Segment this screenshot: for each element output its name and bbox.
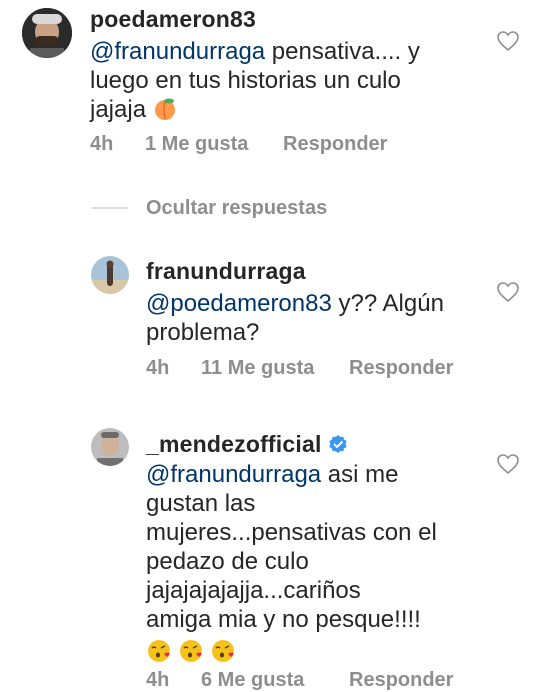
peach-emoji [153, 97, 177, 128]
kissing-face-heart-icon [146, 638, 172, 671]
mention-link[interactable]: @poedameron83 [146, 290, 332, 317]
username[interactable]: franundurraga [146, 258, 306, 285]
timestamp: 4h [90, 133, 114, 155]
reply-button[interactable]: Responder [349, 357, 453, 380]
like-heart-icon[interactable] [496, 30, 520, 52]
verified-badge-icon [328, 435, 347, 453]
likes-count[interactable]: 1 Me gusta [145, 133, 283, 156]
comment-meta: 4h 11 Me gusta Responder [146, 357, 453, 380]
kissing-face-heart-icon [178, 638, 204, 671]
reply-button[interactable]: Responder [283, 133, 387, 156]
comment-meta: 4h 1 Me gusta Responder [90, 133, 387, 156]
divider [92, 207, 128, 209]
avatar[interactable] [91, 256, 129, 294]
comment-text: @poedameron83 y?? Algún problema? [146, 290, 444, 346]
likes-count[interactable]: 11 Me gusta [201, 357, 349, 380]
timestamp: 4h [146, 669, 170, 691]
avatar[interactable] [22, 8, 72, 58]
mention-link[interactable]: @franundurraga [146, 461, 321, 488]
comment-text: @franundurraga pensativa.... y luego en … [90, 37, 470, 128]
reply-button[interactable]: Responder [349, 669, 453, 692]
comment-meta: 4h 6 Me gusta Responder [146, 669, 453, 692]
likes-count[interactable]: 6 Me gusta [201, 669, 349, 692]
hide-replies-button[interactable]: Ocultar respuestas [146, 197, 327, 220]
avatar[interactable] [91, 428, 129, 466]
like-heart-icon[interactable] [496, 281, 520, 303]
timestamp: 4h [146, 357, 170, 379]
username[interactable]: poedameron83 [90, 6, 256, 33]
comment-text: @franundurraga asi me gustan las mujeres… [146, 460, 466, 671]
username[interactable]: _mendezofficial [146, 431, 348, 458]
mention-link[interactable]: @franundurraga [90, 38, 265, 65]
like-heart-icon[interactable] [496, 453, 520, 475]
emoji-row [146, 638, 242, 671]
kissing-face-heart-icon [210, 638, 236, 671]
